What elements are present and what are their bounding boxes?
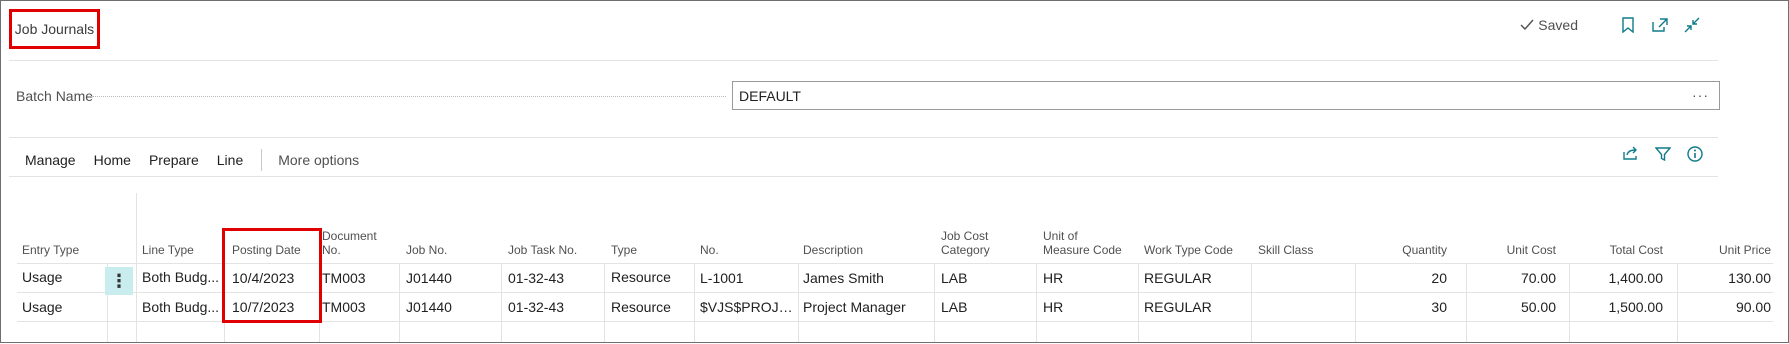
col-work-type-code[interactable]: Work Type Code bbox=[1144, 243, 1233, 257]
saved-label: Saved bbox=[1538, 17, 1578, 33]
cell-uom[interactable]: HR bbox=[1043, 270, 1135, 286]
col-description[interactable]: Description bbox=[803, 243, 863, 257]
info-icon bbox=[1687, 146, 1703, 162]
cell-unit-price[interactable]: 130.00 bbox=[1682, 270, 1771, 286]
col-no[interactable]: No. bbox=[700, 243, 719, 257]
collapse-button[interactable] bbox=[1676, 17, 1708, 33]
open-in-new-icon bbox=[1652, 18, 1668, 32]
col-unit-of-measure[interactable]: Unit of Measure Code bbox=[1043, 229, 1122, 257]
col-total-cost[interactable]: Total Cost bbox=[1574, 243, 1663, 257]
cell-work-type[interactable]: REGULAR bbox=[1144, 299, 1248, 315]
row-actions-button[interactable]: ⋮ bbox=[105, 267, 133, 295]
col-uom-line2: Measure Code bbox=[1043, 243, 1122, 257]
header-toolbar: Saved bbox=[1520, 17, 1708, 33]
cell-posting-date[interactable]: 10/7/2023 bbox=[232, 299, 316, 315]
collapse-icon bbox=[1684, 17, 1700, 33]
col-type[interactable]: Type bbox=[611, 243, 637, 257]
batch-lookup-button[interactable]: ··· bbox=[1692, 87, 1709, 103]
col-document-no[interactable]: Document No. bbox=[322, 229, 377, 257]
batch-name-field[interactable]: DEFAULT ··· bbox=[732, 81, 1720, 110]
action-bar: Manage Home Prepare Line More options bbox=[25, 149, 377, 171]
col-skill-class[interactable]: Skill Class bbox=[1258, 243, 1313, 257]
cell-description[interactable]: Project Manager bbox=[803, 299, 931, 315]
divider bbox=[9, 60, 1718, 61]
cell-quantity[interactable]: 20 bbox=[1361, 270, 1447, 286]
cell-document-no[interactable]: TM003 bbox=[322, 270, 397, 286]
action-separator bbox=[261, 149, 263, 171]
open-new-window-button[interactable] bbox=[1644, 18, 1676, 32]
bookmark-icon bbox=[1622, 17, 1634, 33]
label-leader-dots bbox=[91, 96, 726, 97]
share-button[interactable] bbox=[1620, 146, 1642, 162]
more-options-button[interactable]: More options bbox=[278, 152, 359, 168]
cell-entry-type[interactable]: Usage bbox=[22, 269, 102, 285]
cell-no[interactable]: L-1001 bbox=[700, 270, 795, 286]
grid-lines bbox=[1, 1, 1789, 344]
cell-total-cost[interactable]: 1,500.00 bbox=[1574, 299, 1664, 315]
action-icons bbox=[1620, 146, 1706, 162]
col-job-cost-line2: Category bbox=[941, 243, 990, 257]
cell-job-no[interactable]: J01440 bbox=[406, 299, 498, 315]
cell-entry-type[interactable]: Usage bbox=[22, 299, 102, 315]
action-manage[interactable]: Manage bbox=[25, 152, 76, 168]
cell-type[interactable]: Resource bbox=[611, 269, 691, 285]
divider bbox=[9, 137, 1718, 138]
cell-work-type[interactable]: REGULAR bbox=[1144, 270, 1248, 286]
page-title: Job Journals bbox=[14, 21, 95, 37]
cell-quantity[interactable]: 30 bbox=[1361, 299, 1447, 315]
action-line[interactable]: Line bbox=[217, 152, 243, 168]
cell-job-task-no[interactable]: 01-32-43 bbox=[508, 299, 600, 315]
job-journals-page: Job Journals Saved Batch Name DEFAULT ··… bbox=[0, 0, 1789, 343]
batch-name-label: Batch Name bbox=[16, 88, 94, 104]
col-entry-type[interactable]: Entry Type bbox=[22, 243, 79, 257]
col-job-no[interactable]: Job No. bbox=[406, 243, 447, 257]
action-prepare[interactable]: Prepare bbox=[149, 152, 199, 168]
check-icon bbox=[1520, 19, 1534, 31]
cell-job-task-no[interactable]: 01-32-43 bbox=[508, 270, 600, 286]
cell-document-no[interactable]: TM003 bbox=[322, 299, 397, 315]
cell-no[interactable]: $VJS$PROJM... bbox=[700, 299, 795, 315]
saved-status: Saved bbox=[1520, 17, 1578, 33]
cell-job-cost-category[interactable]: LAB bbox=[941, 299, 1033, 315]
cell-unit-cost[interactable]: 50.00 bbox=[1471, 299, 1556, 315]
info-button[interactable] bbox=[1684, 146, 1706, 162]
cell-unit-cost[interactable]: 70.00 bbox=[1471, 270, 1556, 286]
cell-job-no[interactable]: J01440 bbox=[406, 270, 498, 286]
cell-description[interactable]: James Smith bbox=[803, 270, 931, 286]
divider bbox=[9, 176, 1718, 177]
title-highlight: Job Journals bbox=[9, 9, 100, 49]
col-posting-date[interactable]: Posting Date bbox=[232, 243, 301, 257]
col-line-type[interactable]: Line Type bbox=[142, 243, 194, 257]
col-job-task-no[interactable]: Job Task No. bbox=[508, 243, 577, 257]
filter-button[interactable] bbox=[1652, 146, 1674, 162]
filter-icon bbox=[1655, 147, 1671, 162]
action-home[interactable]: Home bbox=[94, 152, 131, 168]
cell-total-cost[interactable]: 1,400.00 bbox=[1574, 270, 1664, 286]
col-document-no-line1: Document bbox=[322, 229, 377, 243]
col-unit-cost[interactable]: Unit Cost bbox=[1471, 243, 1556, 257]
cell-uom[interactable]: HR bbox=[1043, 299, 1135, 315]
batch-name-value: DEFAULT bbox=[739, 87, 801, 104]
cell-line-type[interactable]: Both Budg... bbox=[142, 299, 222, 315]
cell-job-cost-category[interactable]: LAB bbox=[941, 270, 1033, 286]
col-uom-line1: Unit of bbox=[1043, 229, 1078, 243]
col-document-no-line2: No. bbox=[322, 243, 341, 257]
col-job-cost-line1: Job Cost bbox=[941, 229, 989, 243]
cell-posting-date[interactable]: 10/4/2023 bbox=[232, 270, 316, 286]
bookmark-button[interactable] bbox=[1612, 17, 1644, 33]
cell-type[interactable]: Resource bbox=[611, 299, 691, 315]
col-unit-price[interactable]: Unit Price bbox=[1682, 243, 1771, 257]
share-icon bbox=[1623, 146, 1637, 160]
cell-line-type[interactable]: Both Budg... bbox=[142, 269, 222, 285]
col-job-cost-category[interactable]: Job Cost Category bbox=[941, 229, 990, 257]
col-quantity[interactable]: Quantity bbox=[1361, 243, 1447, 257]
cell-unit-price[interactable]: 90.00 bbox=[1682, 299, 1771, 315]
